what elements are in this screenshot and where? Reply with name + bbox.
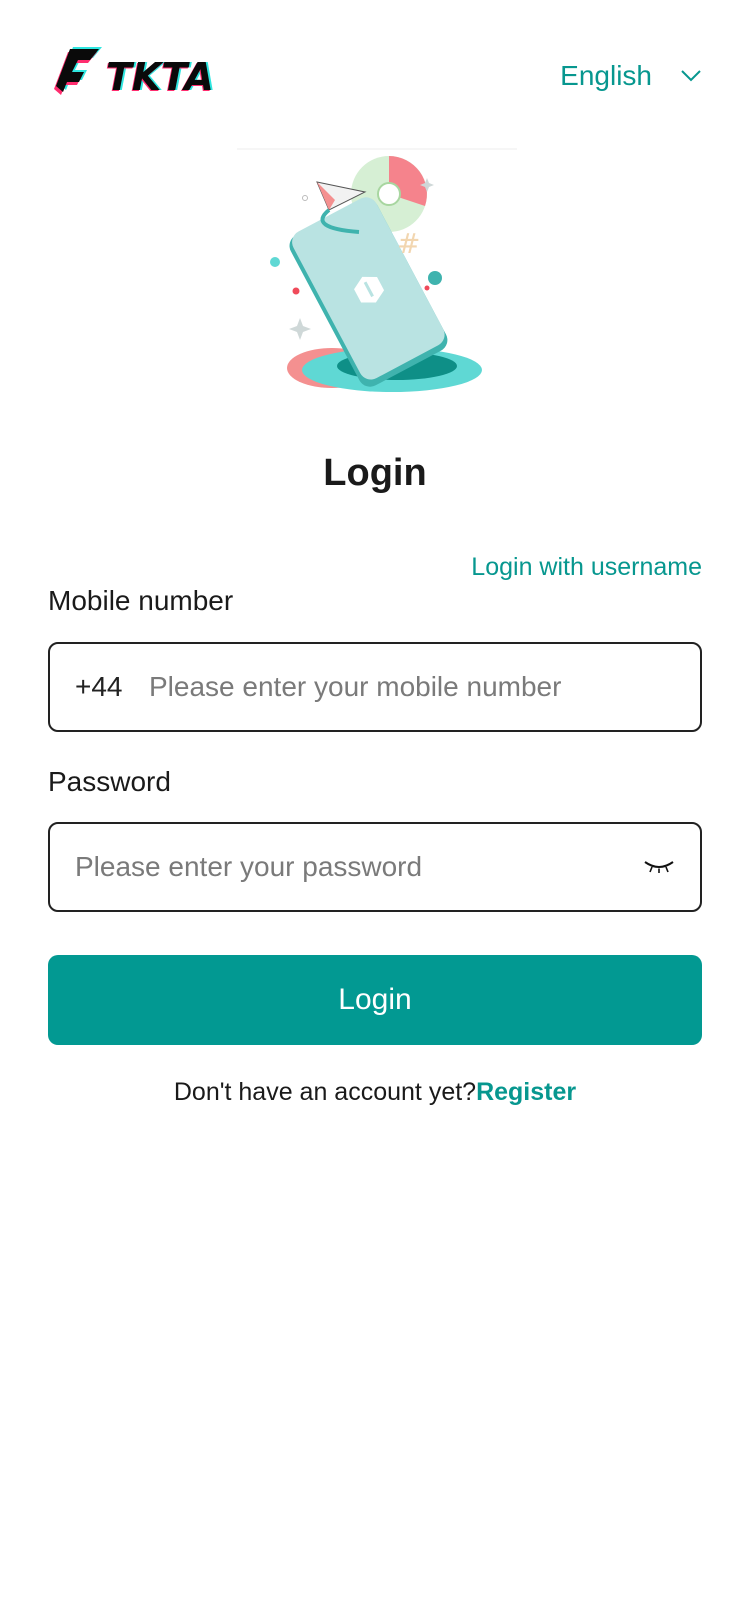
- country-code[interactable]: +44: [75, 671, 149, 703]
- register-prompt: Don't have an account yet?Register: [0, 1078, 750, 1107]
- tkta-logo-icon: TKTA TKTA TKTA: [54, 47, 216, 100]
- language-selector[interactable]: English: [560, 54, 702, 98]
- mobile-number-label: Mobile number: [48, 585, 234, 616]
- chevron-down-icon: [681, 70, 701, 82]
- phone-illustration: #: [237, 148, 517, 418]
- svg-text:#: #: [397, 227, 420, 260]
- mobile-number-input[interactable]: [149, 657, 700, 717]
- password-label: Password: [48, 766, 171, 797]
- login-with-username-link[interactable]: Login with username: [471, 553, 702, 582]
- language-label: English: [560, 60, 652, 91]
- register-prompt-text: Don't have an account yet?: [173, 1078, 477, 1106]
- eye-closed-icon[interactable]: [644, 859, 674, 875]
- logo-text: TKTA: [106, 55, 214, 99]
- page-title: Login: [323, 452, 427, 494]
- phone-illustration-icon: #: [237, 148, 517, 392]
- password-input[interactable]: [75, 837, 644, 897]
- login-page: TKTA TKTA TKTA English # Login Login wit…: [0, 0, 750, 1624]
- password-field: [48, 822, 702, 912]
- mobile-number-field: +44: [48, 642, 702, 732]
- brand-logo: TKTA TKTA TKTA: [54, 46, 220, 102]
- login-button[interactable]: Login: [48, 955, 702, 1045]
- register-link[interactable]: Register: [476, 1078, 576, 1106]
